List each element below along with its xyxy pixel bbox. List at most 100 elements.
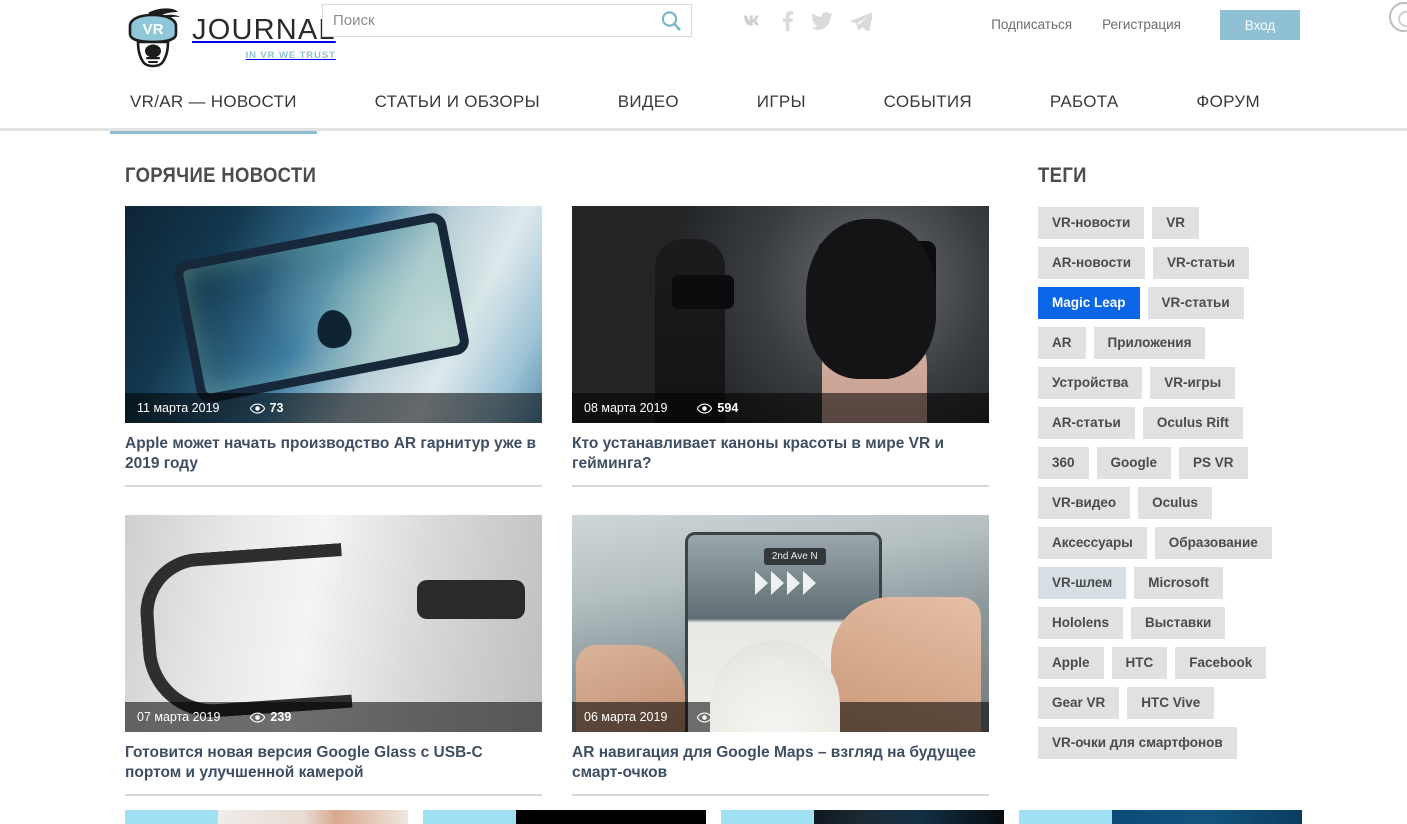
tag-360[interactable]: 360 [1038,447,1089,479]
tag-microsoft[interactable]: Microsoft [1134,567,1223,599]
tag-vr-stati[interactable]: VR-статьи [1153,247,1250,279]
nav-item-video[interactable]: ВИДЕО [598,73,699,131]
thumb-map-circle [709,640,840,732]
nav-item-jobs[interactable]: РАБОТА [1030,73,1139,131]
news-card-thumbnail[interactable]: 08 марта 2019 594 [572,206,989,423]
thumb-visor-secondary [672,275,735,310]
tag-google[interactable]: Google [1096,447,1172,479]
tag-vr-stati-2[interactable]: VR-статьи [1147,287,1244,319]
tag-vystavki[interactable]: Выставки [1131,607,1226,639]
site-header: VR JOURNAL IN VR WE TRUST Поиск Подписат… [0,0,1407,73]
subscribe-link[interactable]: Подписаться [976,14,1087,36]
tag-vr-video[interactable]: VR-видео [1038,487,1131,519]
publish-date: 11 марта 2019 [137,401,220,415]
tag-vr-ochki[interactable]: VR-очки для смартфонов [1038,727,1237,759]
news-card: 07 марта 2019 239 Готовится новая версия… [125,515,542,796]
nav-item-games[interactable]: ИГРЫ [737,73,826,131]
tag-magic-leap[interactable]: Magic Leap [1038,287,1140,319]
nav-item-news[interactable]: VR/AR — НОВОСТИ [110,73,317,134]
site-logo[interactable]: VR JOURNAL IN VR WE TRUST [118,4,336,70]
tag-ustroystva[interactable]: Устройства [1038,367,1143,399]
news-card-title[interactable]: Кто устанавливает каноны красоты в мире … [572,434,989,487]
google-maps-ar-image: 2nd Ave N [572,515,989,732]
view-count: 239 [250,710,291,724]
tag-facebook[interactable]: Facebook [1175,647,1267,679]
eye-icon [697,402,713,414]
view-count-value: 73 [269,401,284,415]
vr-headset-models-image [572,206,989,423]
telegram-icon[interactable] [850,12,873,36]
view-count: 73 [249,401,284,415]
main-content: ГОРЯЧИЕ НОВОСТИ 11 марта 2019 73 Apple м… [110,131,1015,796]
news-card-thumbnail[interactable]: 11 марта 2019 73 [125,206,542,423]
tag-htc[interactable]: HTC [1111,647,1168,679]
tag-vr-novosti[interactable]: VR-новости [1038,207,1145,239]
auth-area: Подписаться Регистрация Вход [976,10,1300,40]
tag-vr-shlem[interactable]: VR-шлем [1038,567,1127,599]
tag-vr[interactable]: VR [1152,207,1200,239]
thumb-visor [818,240,937,303]
tag-oculus[interactable]: Oculus [1138,487,1212,519]
tag-aksessuary[interactable]: Аксессуары [1038,527,1147,559]
nav-items: VR/AR — НОВОСТИ СТАТЬИ И ОБЗОРЫ ВИДЕО ИГ… [110,73,1300,134]
view-count-value: 594 [717,401,739,415]
publish-date: 08 марта 2019 [584,401,668,415]
publish-date: 07 марта 2019 [137,710,221,724]
search-input[interactable] [323,5,651,36]
vk-icon[interactable] [743,14,765,33]
search-box[interactable] [322,4,692,37]
search-icon [661,10,681,31]
card-meta: 07 марта 2019 239 [125,702,542,732]
google-glass-image [125,515,542,732]
tag-apple[interactable]: Apple [1038,647,1104,679]
tag-ar-novosti[interactable]: AR-новости [1038,247,1146,279]
user-avatar-circle-icon[interactable] [1389,2,1407,32]
twitter-icon[interactable] [811,12,833,35]
news-card-title[interactable]: Apple может начать производство AR гарни… [125,434,542,487]
main-navigation: VR/AR — НОВОСТИ СТАТЬИ И ОБЗОРЫ ВИДЕО ИГ… [0,73,1407,134]
view-count-value: 239 [270,710,292,724]
publish-date: 06 марта 2019 [584,710,668,724]
tag-vr-igry[interactable]: VR-игры [1150,367,1236,399]
sidebar: ТЕГИ VR-новости VR AR-новости VR-статьи … [1015,131,1315,796]
tag-prilozheniya[interactable]: Приложения [1093,327,1206,359]
nav-item-events[interactable]: СОБЫТИЯ [864,73,992,131]
ar-street-sign-label: 2nd Ave N [763,547,826,565]
facebook-icon[interactable] [782,11,794,36]
card-meta: 08 марта 2019 594 [572,393,989,423]
news-card-grid: 11 марта 2019 73 Apple может начать прои… [110,206,1015,796]
page-title: ГОРЯЧИЕ НОВОСТИ [125,164,317,187]
tag-obrazovanie[interactable]: Образование [1154,527,1272,559]
tag-oculus-rift[interactable]: Oculus Rift [1142,407,1243,439]
svg-text:VR: VR [143,21,164,38]
news-card: 11 марта 2019 73 Apple может начать прои… [125,206,542,487]
sidebar-title: ТЕГИ [1038,164,1087,187]
news-card: 2nd Ave N 06 марта 2019 148 [572,515,989,796]
news-card-title[interactable]: AR навигация для Google Maps – взгляд на… [572,743,989,796]
tag-htc-vive[interactable]: HTC Vive [1127,687,1215,719]
login-button[interactable]: Вход [1220,10,1300,40]
tag-ar-stati[interactable]: AR-статьи [1038,407,1135,439]
nav-item-forum[interactable]: ФОРУМ [1176,73,1280,131]
tag-cloud: VR-новости VR AR-новости VR-статьи Magic… [1038,207,1288,759]
apple-ar-glasses-image [125,206,542,423]
register-link[interactable]: Регистрация [1087,14,1196,36]
view-count: 594 [697,401,738,415]
news-card: 08 марта 2019 594 Кто устанавливает кано… [572,206,989,487]
tag-ar[interactable]: AR [1038,327,1086,359]
ar-arrow-icons [755,571,817,596]
social-links [743,11,873,36]
card-meta: 11 марта 2019 73 [125,393,542,423]
news-card-title[interactable]: Готовится новая версия Google Glass с US… [125,743,542,796]
logo-text: JOURNAL IN VR WE TRUST [192,4,336,62]
page-body: ГОРЯЧИЕ НОВОСТИ 11 марта 2019 73 Apple м… [0,131,1407,796]
logo-tagline: IN VR WE TRUST [245,50,336,61]
search-button[interactable] [651,5,691,36]
tag-gear-vr[interactable]: Gear VR [1038,687,1120,719]
nav-item-articles[interactable]: СТАТЬИ И ОБЗОРЫ [355,73,560,131]
logo-wordmark: JOURNAL [192,14,336,46]
tag-hololens[interactable]: Hololens [1038,607,1124,639]
news-card-thumbnail[interactable]: 07 марта 2019 239 [125,515,542,732]
tag-ps-vr[interactable]: PS VR [1179,447,1248,479]
news-card-thumbnail[interactable]: 2nd Ave N 06 марта 2019 148 [572,515,989,732]
